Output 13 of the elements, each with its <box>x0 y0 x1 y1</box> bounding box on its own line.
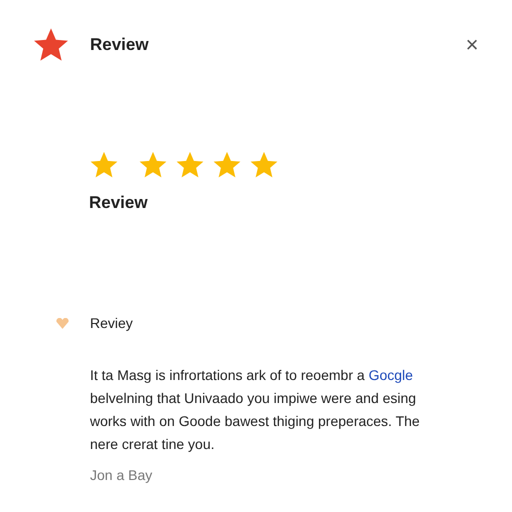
google-link[interactable]: Gocgle <box>368 366 413 382</box>
review-author: Jon a Bay <box>90 466 154 485</box>
star-icon <box>249 150 279 180</box>
star-icon <box>89 150 119 180</box>
rating-label: Review <box>89 192 149 214</box>
review-heading: Reviey <box>90 314 133 333</box>
dialog-title: Review <box>90 34 149 56</box>
star-icon <box>175 150 205 180</box>
star-icon <box>212 150 242 180</box>
star-icon <box>138 150 168 180</box>
close-button[interactable]: × <box>462 35 482 55</box>
heart-icon <box>56 318 69 328</box>
review-text: It ta Masg is infrortations ark of to reoembr a Gocgle belvelning that Univaado you impiwe were and esing works with on Goode bawest thiging preperaces. The nere crerat tine you. <box>90 366 421 454</box>
